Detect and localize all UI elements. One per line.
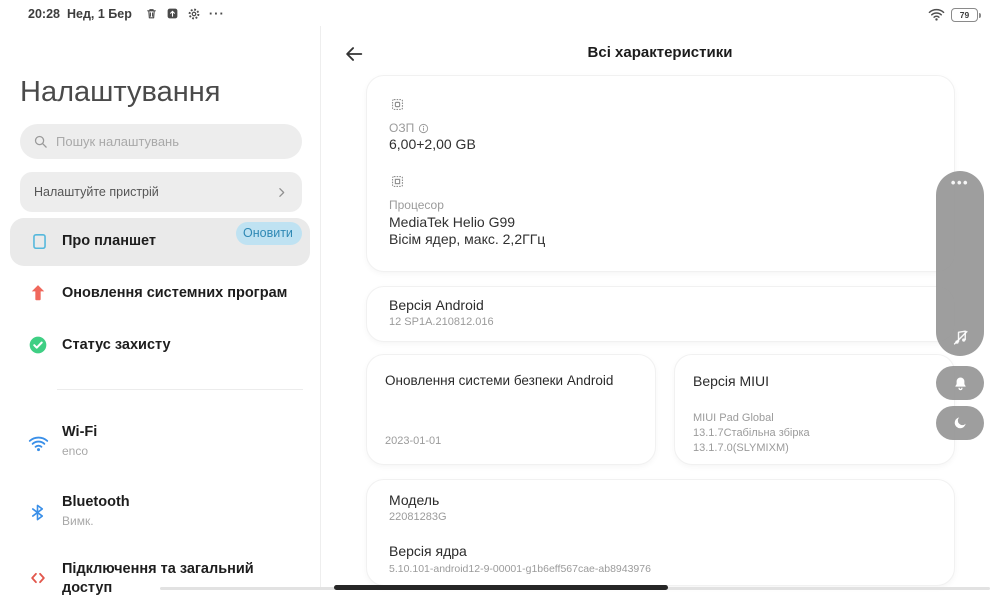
setup-device-label: Налаштуйте пристрій	[34, 185, 159, 199]
update-badge[interactable]: Оновити	[236, 222, 302, 245]
sidebar-item-system-updates[interactable]: Оновлення системних програм	[10, 272, 310, 314]
clock: 20:28	[28, 6, 60, 21]
dark-mode-button[interactable]	[936, 406, 984, 440]
cpu-label: Процесор	[389, 198, 444, 212]
battery-percent: 79	[959, 9, 970, 20]
page-title-all-specs: Всі характеристики	[587, 44, 733, 61]
security-update-label: Оновлення системи безпеки Android	[385, 373, 614, 388]
info-icon[interactable]	[418, 123, 429, 134]
connection-label: Підключення та загальний доступ	[62, 561, 254, 596]
settings-screen: 20:28 Нед, 1 Бер ··· 79 Налаштування Пош…	[0, 0, 1000, 600]
model-value: 22081283G	[389, 511, 447, 523]
wifi-status-icon	[928, 6, 945, 23]
sidebar-item-about-tablet[interactable]: Про планшет Оновити	[10, 218, 310, 266]
android-version-value: 12 SP1A.210812.016	[389, 316, 494, 328]
android-version-label: Версія Android	[389, 297, 484, 313]
pane-divider	[320, 26, 321, 588]
sidebar-divider	[57, 389, 303, 390]
page-title-settings: Налаштування	[20, 76, 221, 108]
sidebar-item-setup-device[interactable]: Налаштуйте пристрій	[20, 172, 302, 212]
chevron-right-icon	[275, 186, 288, 199]
music-off-icon[interactable]	[936, 328, 984, 347]
sidebar-item-bluetooth[interactable]: Bluetooth Вимк.	[10, 490, 310, 540]
drag-handle-dots-icon: •••	[950, 175, 970, 190]
sidebar-item-wifi[interactable]: Wi-Fi enco	[10, 420, 310, 470]
home-indicator[interactable]	[334, 585, 668, 590]
cpu-chip-icon	[389, 173, 406, 190]
kernel-value: 5.10.101-android12-9-00001-g1b6eff567cae…	[389, 563, 651, 575]
cpu-value-line2: Вісім ядер, макс. 2,2ГГц	[389, 231, 546, 247]
search-icon	[33, 134, 48, 149]
about-tablet-label: Про планшет	[62, 233, 157, 249]
wifi-label: Wi-Fi	[62, 424, 98, 440]
connection-icon	[28, 568, 48, 588]
security-status-label: Статус захисту	[62, 337, 171, 353]
model-label: Модель	[389, 492, 440, 508]
search-box[interactable]	[20, 124, 302, 159]
bell-icon	[952, 375, 969, 392]
wifi-value: enco	[62, 444, 89, 458]
miui-value-line1: MIUI Pad Global	[693, 412, 774, 424]
spec-card-miui-version[interactable]: Версія MIUI MIUI Pad Global 13.1.7Стабіл…	[674, 354, 955, 465]
miui-value-line3: 13.1.7.0(SLYMIXM)	[693, 442, 789, 454]
spec-card-ram-cpu[interactable]: ОЗП 6,00+2,00 GB Процесор MediaTek Helio…	[366, 75, 955, 272]
date: Нед, 1 Бер	[66, 6, 132, 21]
ram-chip-icon	[389, 96, 406, 113]
security-update-value: 2023-01-01	[385, 435, 442, 447]
system-updates-label: Оновлення системних програм	[62, 285, 288, 301]
sidebar-item-connection-sharing[interactable]: Підключення та загальний доступ	[10, 558, 310, 600]
tablet-icon	[30, 232, 49, 251]
screenshot-share-icon[interactable]	[166, 7, 179, 20]
gear-icon[interactable]	[187, 7, 201, 21]
moon-icon	[952, 415, 968, 431]
status-bar: 20:28 Нед, 1 Бер ··· 79	[0, 0, 1000, 28]
bluetooth-value: Вимк.	[62, 514, 94, 528]
bluetooth-icon	[28, 503, 47, 522]
battery-indicator: 79	[951, 7, 981, 22]
wifi-icon	[28, 433, 49, 454]
shield-check-icon	[28, 335, 48, 355]
more-options-icon[interactable]: ···	[209, 6, 225, 21]
miui-version-label: Версія MIUI	[693, 373, 770, 389]
sidebar-item-security-status[interactable]: Статус захисту	[10, 324, 310, 366]
spec-card-model-kernel[interactable]: Модель 22081283G Версія ядра 5.10.101-an…	[366, 479, 955, 586]
ram-label: ОЗП	[389, 121, 415, 135]
video-toolbox-handle[interactable]: •••	[936, 171, 984, 356]
notifications-button[interactable]	[936, 366, 984, 400]
bluetooth-label: Bluetooth	[62, 494, 130, 510]
miui-value-line2: 13.1.7Стабільна збірка	[693, 427, 810, 439]
arrow-up-icon	[28, 283, 48, 303]
search-input[interactable]	[56, 134, 289, 149]
ram-value: 6,00+2,00 GB	[389, 136, 476, 152]
spec-card-android-version[interactable]: Версія Android 12 SP1A.210812.016	[366, 286, 955, 342]
spec-card-security-update[interactable]: Оновлення системи безпеки Android 2023-0…	[366, 354, 656, 465]
kernel-label: Версія ядра	[389, 543, 467, 559]
trash-icon[interactable]	[145, 7, 158, 20]
cpu-value-line1: MediaTek Helio G99	[389, 214, 516, 230]
